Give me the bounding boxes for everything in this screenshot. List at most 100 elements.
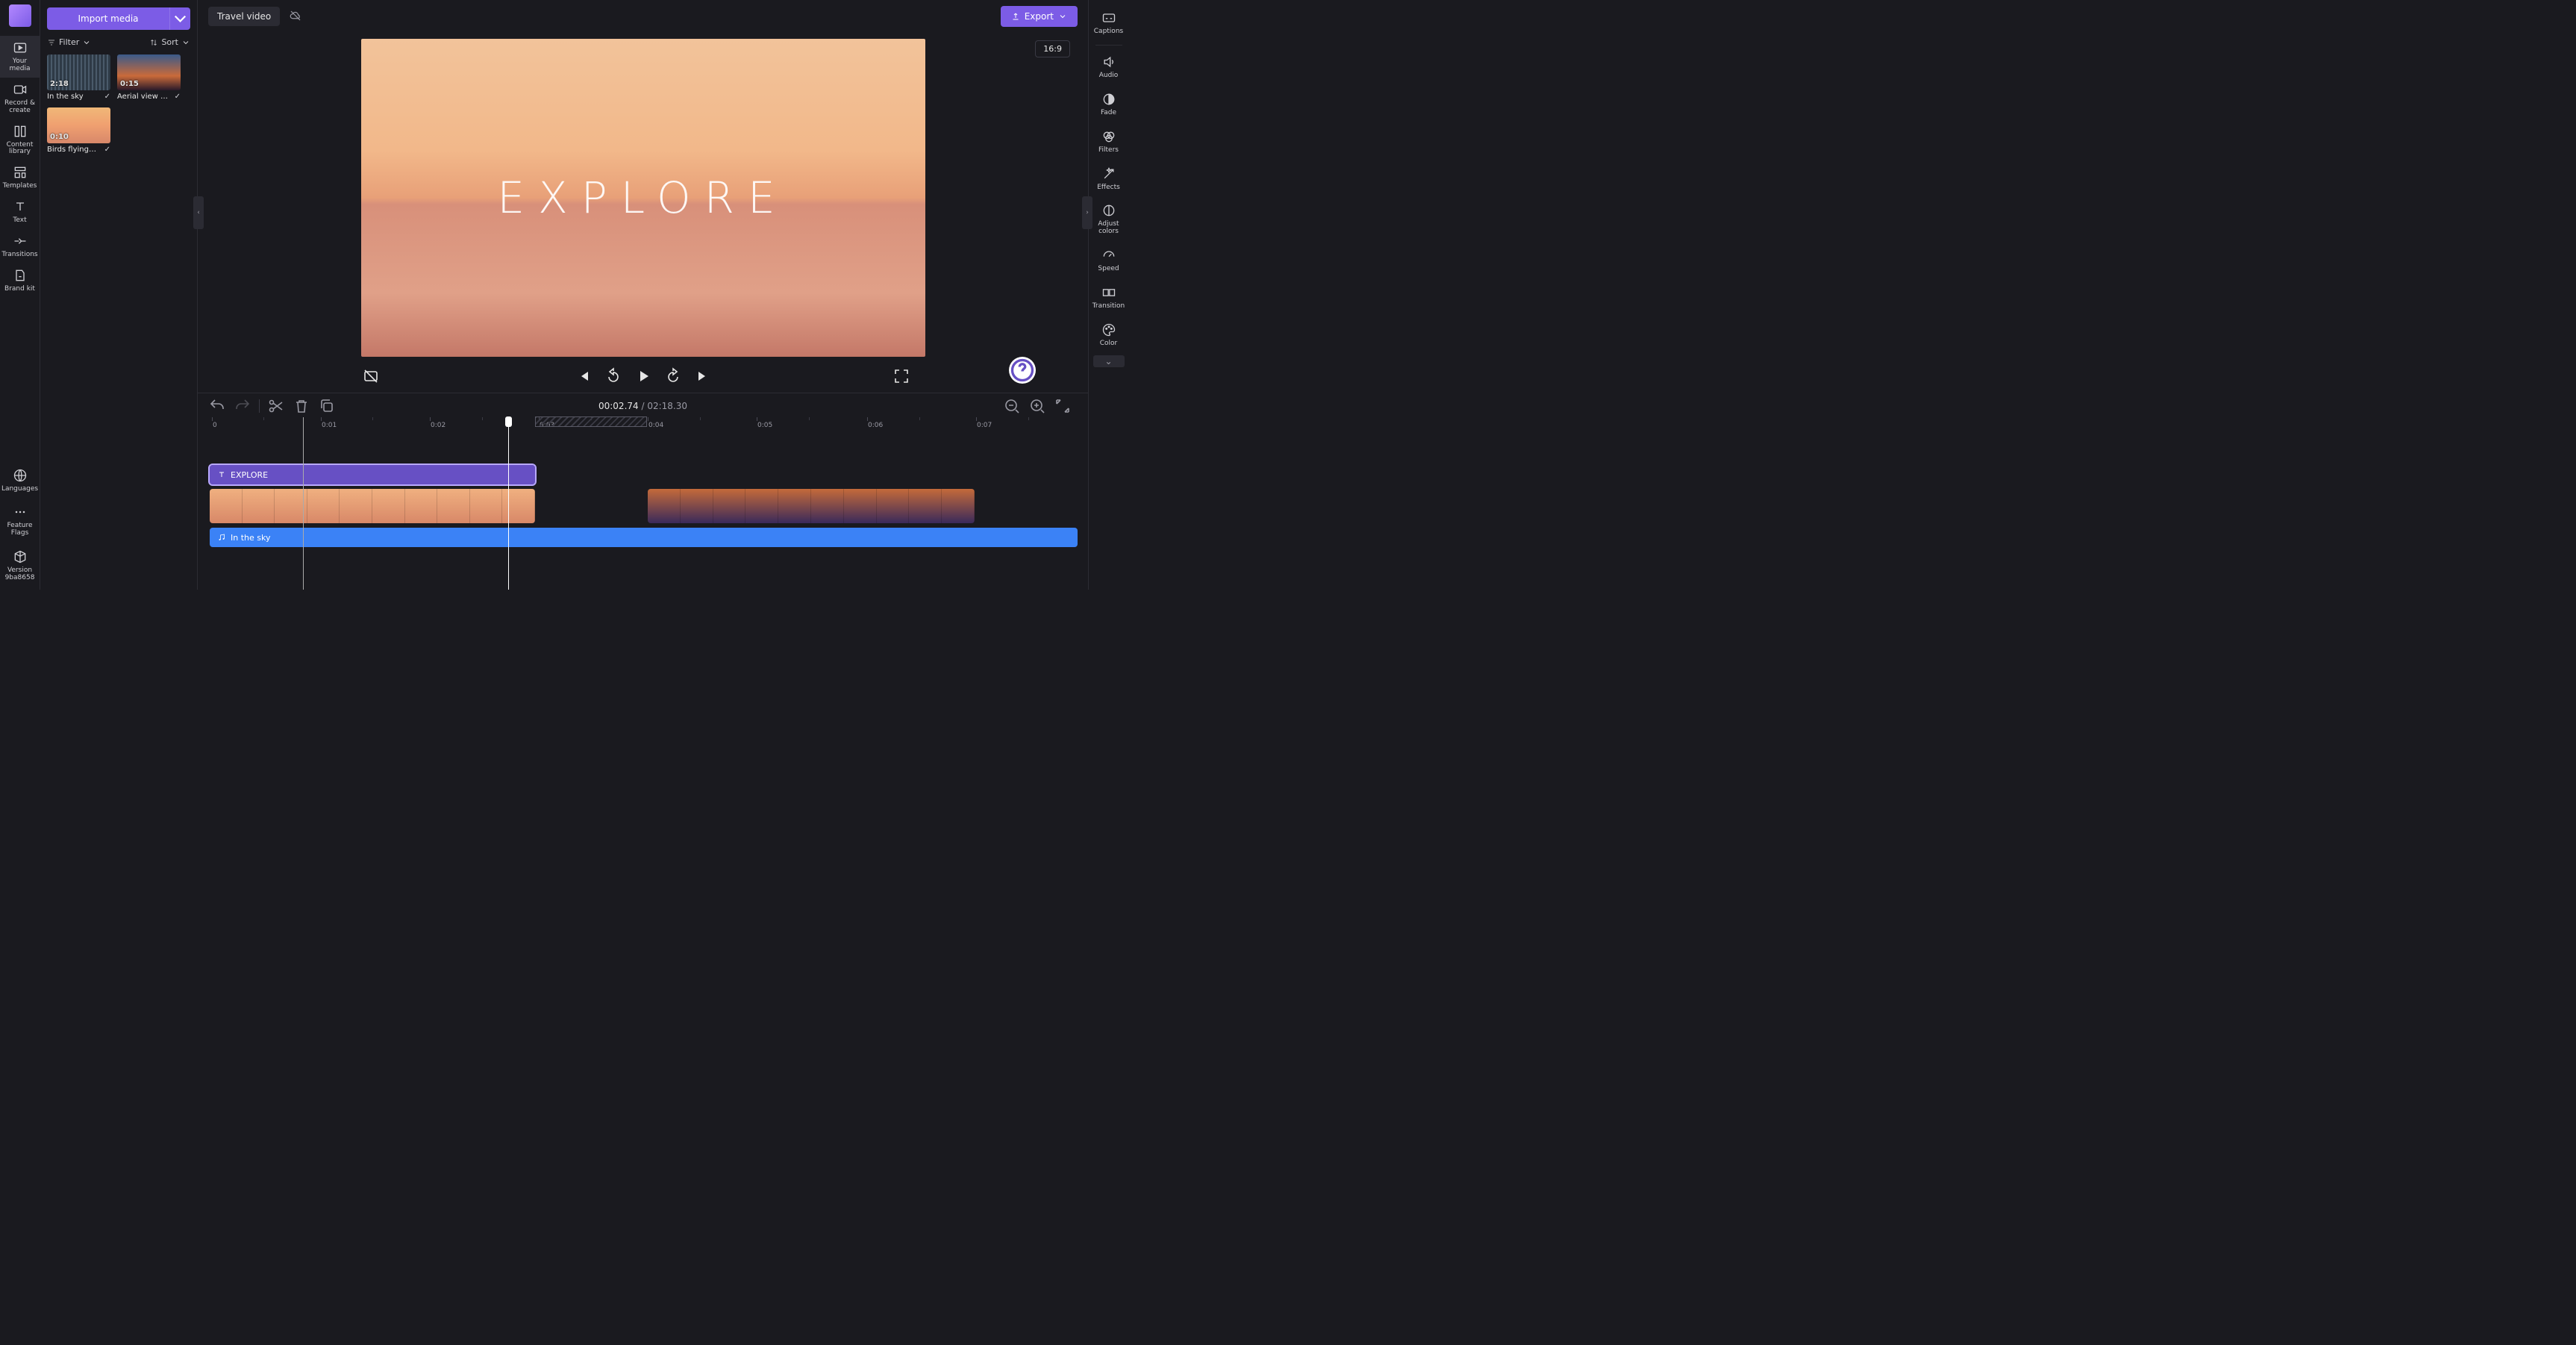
import-media-dropdown[interactable] bbox=[169, 7, 190, 30]
filters-icon bbox=[1101, 129, 1116, 144]
media-item-aerial-view[interactable]: 0:15 Aerial view of ...✓ bbox=[117, 54, 181, 101]
sort-icon bbox=[149, 38, 158, 47]
prop-effects[interactable]: Effects bbox=[1089, 160, 1129, 198]
sidebar-your-media[interactable]: Your media bbox=[0, 36, 40, 78]
timeline-time: 00:02.74 / 02:18.30 bbox=[598, 401, 687, 411]
play-button[interactable] bbox=[634, 367, 652, 385]
sort-button[interactable]: Sort bbox=[149, 37, 190, 47]
expand-properties-button[interactable]: ⌄ bbox=[1093, 355, 1125, 367]
fullscreen-button[interactable] bbox=[892, 367, 910, 385]
text-track[interactable]: EXPLORE bbox=[208, 465, 1078, 484]
audio-clip-label: In the sky bbox=[231, 533, 270, 543]
transitions-icon bbox=[13, 234, 28, 249]
prop-filters[interactable]: Filters bbox=[1089, 123, 1129, 160]
import-media-button[interactable]: Import media bbox=[47, 7, 169, 30]
sidebar-transitions[interactable]: Transitions bbox=[0, 229, 40, 263]
speed-icon bbox=[1101, 248, 1116, 263]
video-clip-aerial[interactable] bbox=[648, 489, 975, 523]
export-label: Export bbox=[1025, 11, 1054, 22]
media-name: Aerial view of ... bbox=[117, 93, 168, 101]
sidebar-brand-kit[interactable]: Brand kit bbox=[0, 263, 40, 298]
sidebar-templates[interactable]: Templates bbox=[0, 160, 40, 195]
playhead[interactable] bbox=[508, 417, 509, 590]
brand-kit-icon bbox=[13, 268, 28, 283]
timeline-cursor bbox=[303, 417, 304, 590]
library-icon bbox=[13, 124, 28, 139]
check-icon: ✓ bbox=[104, 93, 110, 101]
video-track[interactable] bbox=[208, 489, 1078, 523]
sidebar-label: Text bbox=[11, 217, 28, 225]
check-icon: ✓ bbox=[104, 146, 110, 154]
duplicate-button[interactable] bbox=[318, 397, 336, 415]
prop-color[interactable]: Color bbox=[1089, 316, 1129, 354]
color-icon bbox=[1101, 322, 1116, 337]
rewind-button[interactable] bbox=[604, 367, 622, 385]
app-logo[interactable] bbox=[9, 4, 31, 27]
collapse-media-panel[interactable]: ‹ bbox=[193, 196, 204, 229]
collapse-properties-panel[interactable]: › bbox=[1082, 196, 1092, 229]
sidebar-languages[interactable]: Languages bbox=[0, 464, 40, 498]
media-duration: 2:18 bbox=[50, 80, 69, 88]
text-clip[interactable]: EXPLORE bbox=[210, 465, 535, 484]
prop-label: Color bbox=[1098, 340, 1119, 348]
project-title[interactable]: Travel video bbox=[208, 7, 280, 26]
help-button[interactable] bbox=[1009, 357, 1036, 384]
sidebar-record-create[interactable]: Record & create bbox=[0, 78, 40, 119]
fit-timeline-button[interactable] bbox=[1054, 397, 1072, 415]
forward-button[interactable] bbox=[664, 367, 682, 385]
sidebar-label: Languages bbox=[0, 486, 40, 493]
chevron-down-icon bbox=[1058, 12, 1067, 21]
media-name: Birds flying ab... bbox=[47, 146, 98, 154]
zoom-in-button[interactable] bbox=[1028, 397, 1046, 415]
delete-button[interactable] bbox=[293, 397, 310, 415]
music-icon bbox=[217, 533, 226, 542]
undo-button[interactable] bbox=[208, 397, 226, 415]
previous-button[interactable] bbox=[575, 367, 593, 385]
prop-speed[interactable]: Speed bbox=[1089, 242, 1129, 279]
video-clip-birds[interactable] bbox=[210, 489, 535, 523]
sidebar-version[interactable]: Version 9ba8658 bbox=[0, 545, 40, 587]
audio-clip[interactable]: In the sky bbox=[210, 528, 1078, 547]
prop-audio[interactable]: Audio bbox=[1089, 49, 1129, 86]
hide-preview-button[interactable] bbox=[362, 367, 380, 385]
preview-overlay-text: EXPLORE bbox=[497, 172, 788, 223]
sidebar-label: Version 9ba8658 bbox=[0, 567, 40, 582]
video-preview[interactable]: EXPLORE bbox=[361, 39, 925, 357]
prop-adjust-colors[interactable]: Adjust colors bbox=[1089, 197, 1129, 242]
zoom-out-button[interactable] bbox=[1003, 397, 1021, 415]
timeline-gap-indicator bbox=[535, 416, 647, 427]
redo-button[interactable] bbox=[234, 397, 251, 415]
aspect-ratio-button[interactable]: 16:9 bbox=[1035, 40, 1070, 57]
prop-label: Audio bbox=[1098, 72, 1120, 80]
templates-icon bbox=[13, 165, 28, 180]
ruler-tick: 0:04 bbox=[648, 422, 663, 429]
prop-captions[interactable]: Captions bbox=[1089, 4, 1129, 42]
export-button[interactable]: Export bbox=[1001, 6, 1078, 27]
sidebar-feature-flags[interactable]: Feature Flags bbox=[0, 500, 40, 542]
filter-icon bbox=[47, 38, 56, 47]
text-icon bbox=[13, 199, 28, 214]
prop-label: Filters bbox=[1097, 147, 1120, 155]
ruler-tick: 0:02 bbox=[431, 422, 446, 429]
media-thumbnail: 0:15 bbox=[117, 54, 181, 90]
ruler-tick: 0:01 bbox=[322, 422, 337, 429]
prop-fade[interactable]: Fade bbox=[1089, 86, 1129, 123]
sidebar-label: Feature Flags bbox=[0, 522, 40, 537]
media-item-in-the-sky[interactable]: 2:18 In the sky✓ bbox=[47, 54, 110, 101]
next-button[interactable] bbox=[694, 367, 712, 385]
prop-label: Effects bbox=[1095, 184, 1122, 192]
sidebar-content-library[interactable]: Content library bbox=[0, 119, 40, 161]
sidebar-label: Transitions bbox=[0, 252, 39, 259]
text-clip-label: EXPLORE bbox=[231, 470, 268, 480]
timeline-ruler[interactable]: 0 0:01 0:02 0:03 0:04 0:05 0:06 0:07 bbox=[208, 419, 1078, 434]
sidebar-text[interactable]: Text bbox=[0, 195, 40, 229]
split-button[interactable] bbox=[267, 397, 285, 415]
cloud-sync-icon bbox=[289, 9, 302, 25]
prop-transition[interactable]: Transition bbox=[1089, 279, 1129, 316]
chevron-down-icon bbox=[181, 38, 190, 47]
media-thumbnail: 2:18 bbox=[47, 54, 110, 90]
filter-button[interactable]: Filter bbox=[47, 37, 91, 47]
audio-track[interactable]: In the sky bbox=[208, 528, 1078, 547]
sidebar-label: Content library bbox=[0, 142, 40, 157]
media-item-birds-flying[interactable]: 0:10 Birds flying ab...✓ bbox=[47, 107, 110, 154]
